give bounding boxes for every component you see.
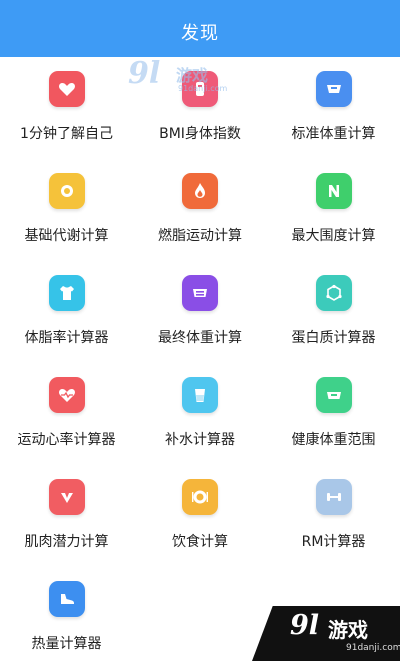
tool-label: 健康体重范围	[291, 432, 376, 448]
tool-label: RM计算器	[301, 534, 366, 550]
shirt-icon	[48, 275, 85, 311]
tool-label: 最终体重计算	[158, 330, 242, 346]
health-scale-icon	[315, 377, 352, 413]
tool-label: 热量计算器	[31, 636, 102, 652]
tool-standard-weight[interactable]: 标准体重计算	[267, 57, 400, 159]
tool-healthy-weight-range[interactable]: 健康体重范围	[267, 363, 400, 465]
page-title: 发现	[181, 22, 219, 44]
tool-basal-metabolism[interactable]: 基础代谢计算	[0, 159, 133, 261]
tool-rm-calculator[interactable]: RM计算器	[267, 465, 400, 567]
tool-final-weight[interactable]: 最终体重计算	[133, 261, 267, 363]
flame-icon	[182, 173, 218, 209]
n-icon	[315, 173, 352, 209]
tool-label: 运动心率计算器	[17, 432, 116, 448]
tool-protein[interactable]: 蛋白质计算器	[267, 261, 400, 363]
tool-label: 补水计算器	[165, 432, 235, 448]
discover-screen: 发现 1分钟了解自己 BMI身体指数 标准体重计算 基础代谢计算 燃脂运动计算 …	[0, 0, 400, 661]
dumbbell-icon	[315, 479, 352, 515]
tool-label: 肌肉潜力计算	[24, 534, 109, 550]
tool-label: 饮食计算	[172, 534, 228, 550]
tool-exercise-heart-rate[interactable]: 运动心率计算器	[0, 363, 133, 465]
tool-label: 基础代谢计算	[24, 228, 109, 244]
plate-icon	[182, 479, 218, 515]
tool-bmi[interactable]: BMI身体指数	[133, 57, 267, 159]
water-cup-icon	[182, 377, 218, 413]
tool-label: 1分钟了解自己	[20, 126, 113, 142]
tool-fat-burning[interactable]: 燃脂运动计算	[133, 159, 267, 261]
metabolism-icon	[48, 173, 85, 209]
scale-icon	[315, 71, 352, 107]
tool-label: 燃脂运动计算	[158, 228, 242, 244]
body-icon	[182, 71, 218, 107]
tool-label: 体脂率计算器	[24, 330, 109, 346]
top-bar: 发现	[0, 0, 400, 57]
tool-max-girth[interactable]: 最大围度计算	[267, 159, 400, 261]
tool-grid: 1分钟了解自己 BMI身体指数 标准体重计算 基础代谢计算 燃脂运动计算 最大围…	[0, 57, 400, 661]
tool-label: BMI身体指数	[159, 126, 241, 142]
molecule-icon	[315, 275, 352, 311]
heartbeat-icon	[48, 377, 85, 413]
shoe-icon	[48, 581, 85, 617]
tool-label: 标准体重计算	[291, 126, 376, 142]
target-weight-icon	[182, 275, 218, 311]
tool-muscle-potential[interactable]: 肌肉潜力计算	[0, 465, 133, 567]
tool-label: 蛋白质计算器	[291, 330, 376, 346]
heart-icon	[48, 71, 85, 107]
tool-label: 最大围度计算	[291, 228, 376, 244]
tool-body-fat[interactable]: 体脂率计算器	[0, 261, 133, 363]
muscle-icon	[48, 479, 85, 515]
tool-self-test[interactable]: 1分钟了解自己	[0, 57, 133, 159]
tool-calorie[interactable]: 热量计算器	[0, 567, 133, 661]
tool-hydration[interactable]: 补水计算器	[133, 363, 267, 465]
tool-diet[interactable]: 饮食计算	[133, 465, 267, 567]
